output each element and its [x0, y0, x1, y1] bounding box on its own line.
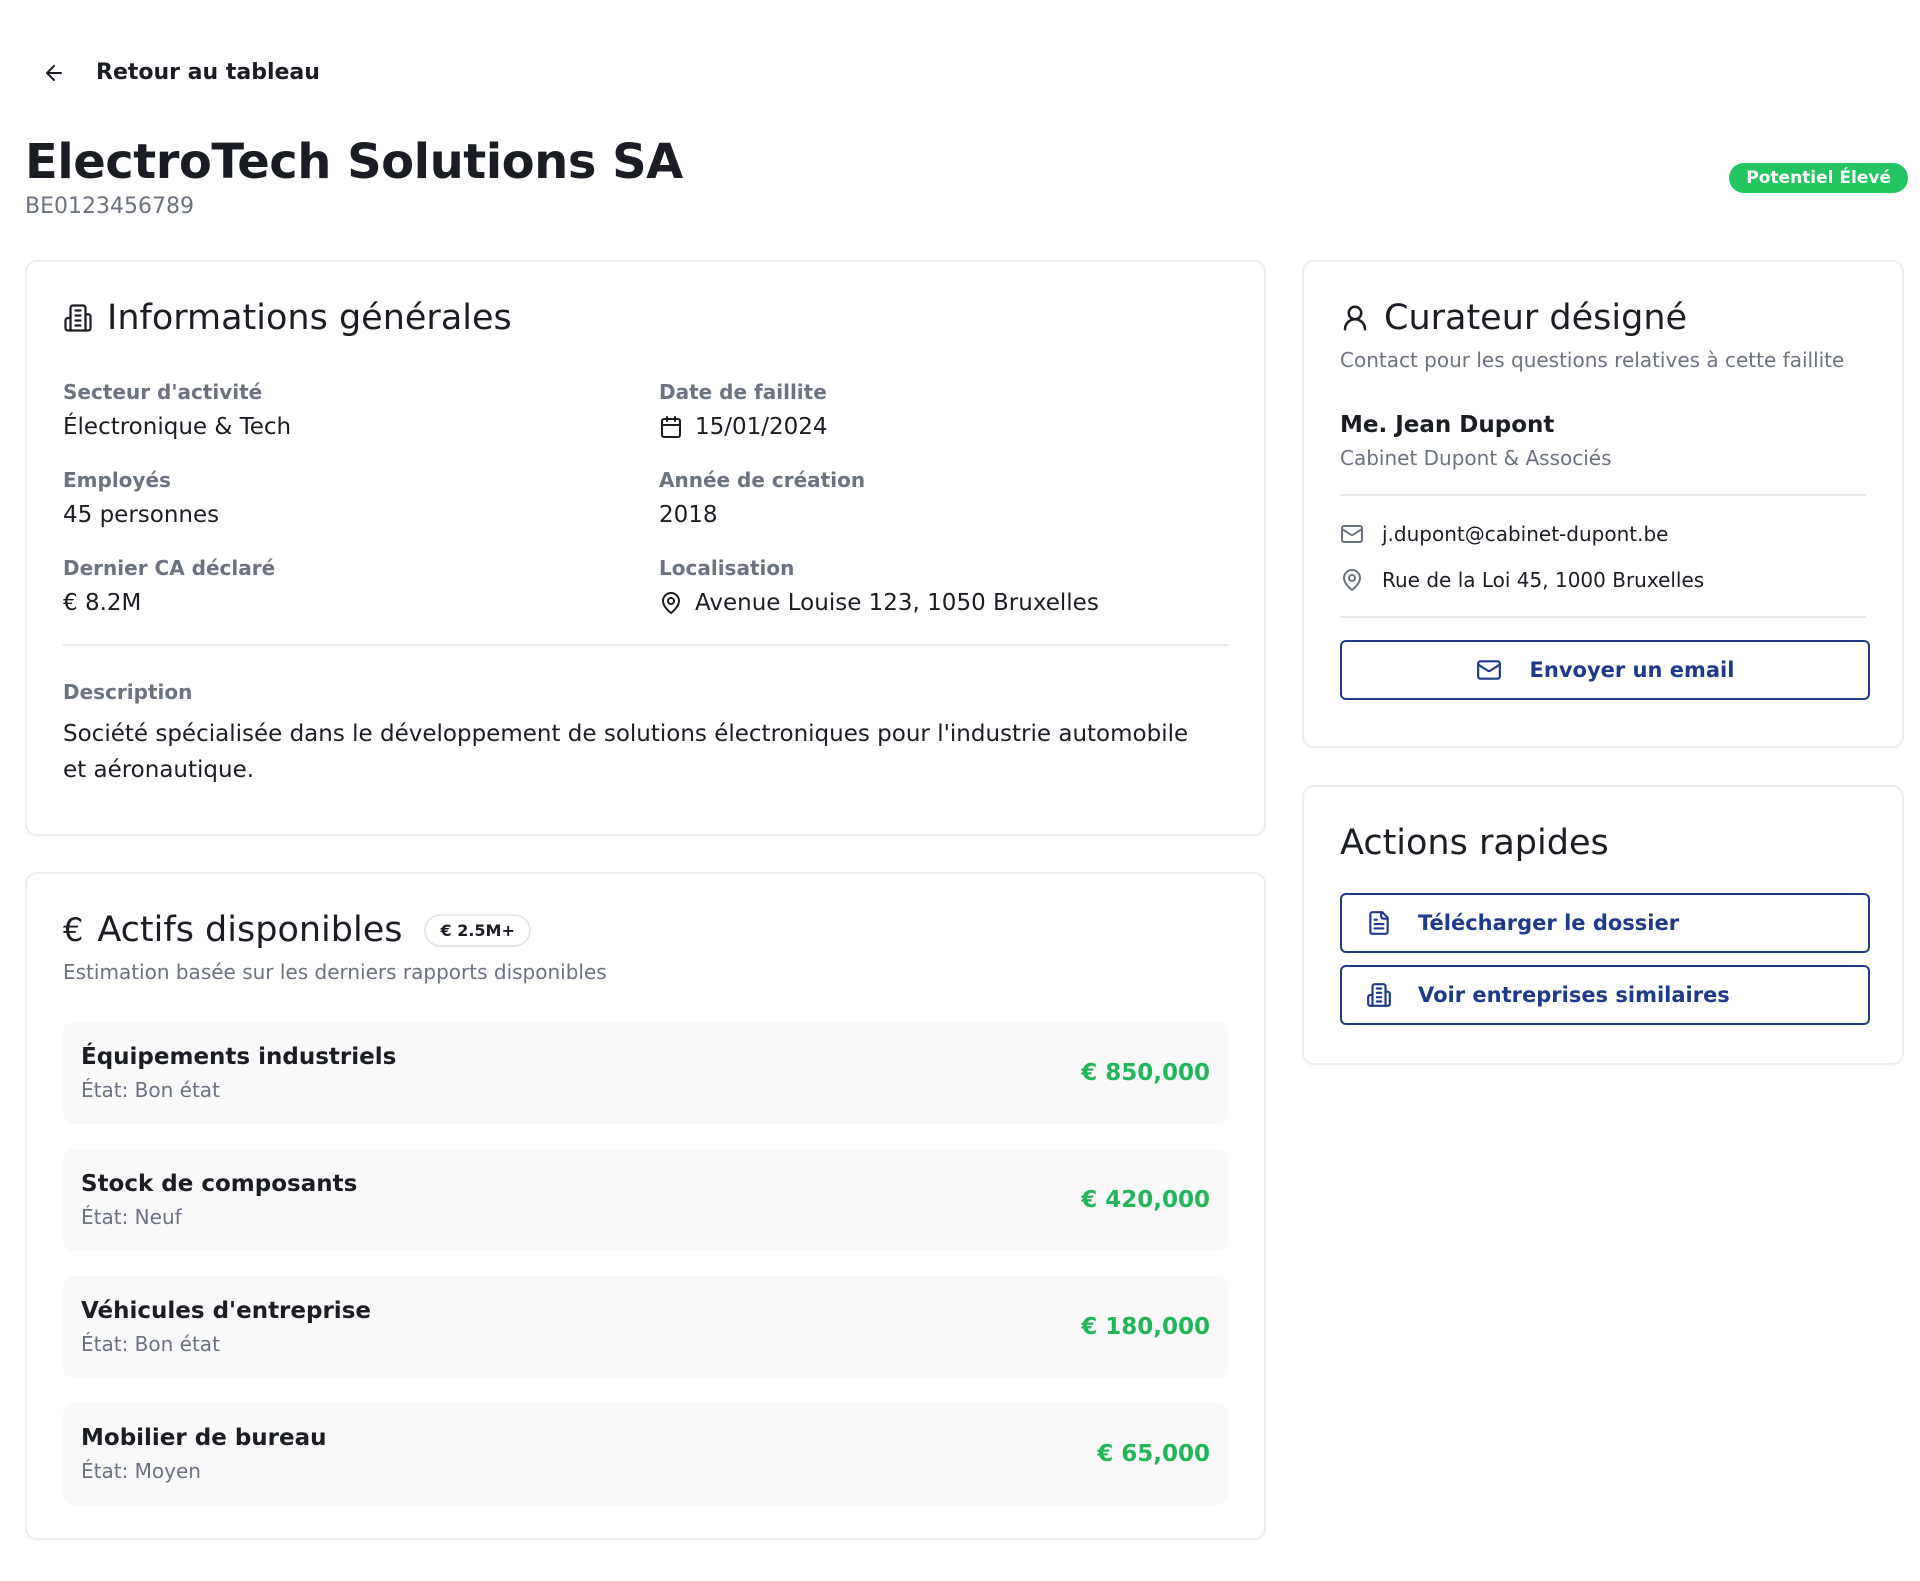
- asset-state: État: Bon état: [81, 1078, 220, 1102]
- info-divider: [63, 644, 1228, 646]
- asset-state: État: Bon état: [81, 1332, 220, 1356]
- general-info-title: Informations générales: [107, 298, 512, 338]
- bankruptcy-date-row: 15/01/2024: [659, 414, 1228, 440]
- curator-name: Me. Jean Dupont: [1340, 412, 1555, 438]
- location-value: Avenue Louise 123, 1050 Bruxelles: [695, 590, 1099, 616]
- curator-card: Curateur désigné Contact pour les questi…: [1302, 260, 1904, 748]
- asset-info: Mobilier de bureau État: Moyen: [81, 1425, 327, 1483]
- curator-contacts: j.dupont@cabinet-dupont.be Rue de la Loi…: [1340, 494, 1866, 618]
- assets-card: € Actifs disponibles € 2.5M+ Estimation …: [25, 872, 1266, 1540]
- download-file-label: Télécharger le dossier: [1418, 911, 1680, 935]
- send-email-button[interactable]: Envoyer un email: [1340, 640, 1870, 700]
- asset-name: Équipements industriels: [81, 1044, 397, 1070]
- curator-address: Rue de la Loi 45, 1000 Bruxelles: [1382, 568, 1705, 592]
- info-grid: Secteur d'activité Électronique & Tech D…: [63, 380, 1228, 616]
- employees-value: 45 personnes: [63, 502, 220, 528]
- location-label: Localisation: [659, 556, 795, 580]
- founded-label: Année de création: [659, 468, 866, 492]
- similar-companies-button[interactable]: Voir entreprises similaires: [1340, 965, 1870, 1025]
- asset-value: € 180,000: [1081, 1314, 1210, 1340]
- employees-label: Employés: [63, 468, 171, 492]
- euro-icon: €: [63, 911, 84, 949]
- employees-field: Employés 45 personnes: [63, 468, 659, 528]
- building-icon: [1367, 983, 1391, 1007]
- sector-value: Électronique & Tech: [63, 414, 292, 440]
- curator-firm: Cabinet Dupont & Associés: [1340, 446, 1612, 470]
- calendar-icon: [661, 416, 681, 438]
- asset-row: Stock de composants État: Neuf € 420,000: [63, 1149, 1228, 1251]
- company-id: BE0123456789: [25, 194, 194, 219]
- file-text-icon: [1369, 911, 1389, 935]
- location-row: Avenue Louise 123, 1050 Bruxelles: [659, 590, 1228, 616]
- mail-icon: [1341, 525, 1363, 543]
- send-email-label: Envoyer un email: [1529, 658, 1735, 682]
- curator-title: Curateur désigné: [1384, 298, 1688, 338]
- revenue-label: Dernier CA déclaré: [63, 556, 276, 580]
- quick-actions-card: Actions rapides Télécharger le dossier V…: [1302, 785, 1904, 1065]
- user-icon: [1343, 305, 1367, 331]
- asset-state: État: Neuf: [81, 1205, 182, 1229]
- asset-value: € 420,000: [1081, 1187, 1210, 1213]
- asset-list: Équipements industriels État: Bon état €…: [63, 1022, 1228, 1505]
- revenue-field: Dernier CA déclaré € 8.2M: [63, 556, 659, 616]
- curator-subtitle: Contact pour les questions relatives à c…: [1340, 348, 1845, 372]
- sector-field: Secteur d'activité Électronique & Tech: [63, 380, 659, 440]
- description-label: Description: [63, 680, 193, 704]
- description-text: Société spécialisée dans le développemen…: [63, 721, 1189, 783]
- asset-row: Mobilier de bureau État: Moyen € 65,000: [63, 1403, 1228, 1505]
- curator-email[interactable]: j.dupont@cabinet-dupont.be: [1382, 522, 1668, 546]
- quick-actions-list: Télécharger le dossier Voir entreprises …: [1340, 893, 1870, 1025]
- general-info-header: Informations générales: [63, 298, 1228, 338]
- asset-value: € 65,000: [1097, 1441, 1210, 1467]
- map-pin-icon: [1343, 569, 1361, 591]
- mail-icon: [1476, 660, 1501, 680]
- map-pin-icon: [662, 592, 680, 614]
- founded-field: Année de création 2018: [659, 468, 1228, 528]
- back-to-dashboard-link[interactable]: Retour au tableau: [42, 60, 320, 85]
- arrow-left-icon: [46, 64, 62, 81]
- bankruptcy-date-field: Date de faillite 15/01/2024: [659, 380, 1228, 440]
- asset-info: Stock de composants État: Neuf: [81, 1171, 357, 1229]
- curator-header: Curateur désigné: [1340, 298, 1866, 338]
- page-title: ElectroTech Solutions SA: [25, 134, 683, 190]
- asset-row: Équipements industriels État: Bon état €…: [63, 1022, 1228, 1124]
- bankruptcy-date-label: Date de faillite: [659, 380, 827, 404]
- assets-title: Actifs disponibles: [97, 910, 403, 950]
- bankruptcy-date-value: 15/01/2024: [695, 414, 828, 440]
- similar-companies-label: Voir entreprises similaires: [1418, 983, 1730, 1007]
- building-icon: [64, 304, 92, 332]
- asset-name: Stock de composants: [81, 1171, 358, 1197]
- back-link-label: Retour au tableau: [96, 60, 320, 85]
- asset-name: Véhicules d'entreprise: [81, 1298, 371, 1324]
- potential-badge: Potentiel Élevé: [1729, 163, 1908, 193]
- asset-row: Véhicules d'entreprise État: Bon état € …: [63, 1276, 1228, 1378]
- assets-subtitle: Estimation basée sur les derniers rappor…: [63, 960, 607, 984]
- general-info-card: Informations générales Secteur d'activit…: [25, 260, 1266, 836]
- asset-value: € 850,000: [1081, 1060, 1210, 1086]
- curator-email-row[interactable]: j.dupont@cabinet-dupont.be: [1340, 522, 1866, 546]
- founded-value: 2018: [659, 502, 718, 528]
- assets-header: € Actifs disponibles € 2.5M+: [63, 910, 1228, 950]
- asset-name: Mobilier de bureau: [81, 1425, 327, 1451]
- assets-title-row: € Actifs disponibles: [63, 910, 402, 950]
- asset-info: Équipements industriels État: Bon état: [81, 1044, 396, 1102]
- location-field: Localisation Avenue Louise 123, 1050 Bru…: [659, 556, 1228, 616]
- revenue-value: € 8.2M: [63, 590, 142, 616]
- asset-state: État: Moyen: [81, 1459, 201, 1483]
- assets-total-badge: € 2.5M+: [424, 913, 531, 947]
- curator-address-row: Rue de la Loi 45, 1000 Bruxelles: [1340, 568, 1866, 592]
- asset-info: Véhicules d'entreprise État: Bon état: [81, 1298, 371, 1356]
- sector-label: Secteur d'activité: [63, 380, 263, 404]
- quick-actions-title: Actions rapides: [1340, 823, 1609, 863]
- download-file-button[interactable]: Télécharger le dossier: [1340, 893, 1870, 953]
